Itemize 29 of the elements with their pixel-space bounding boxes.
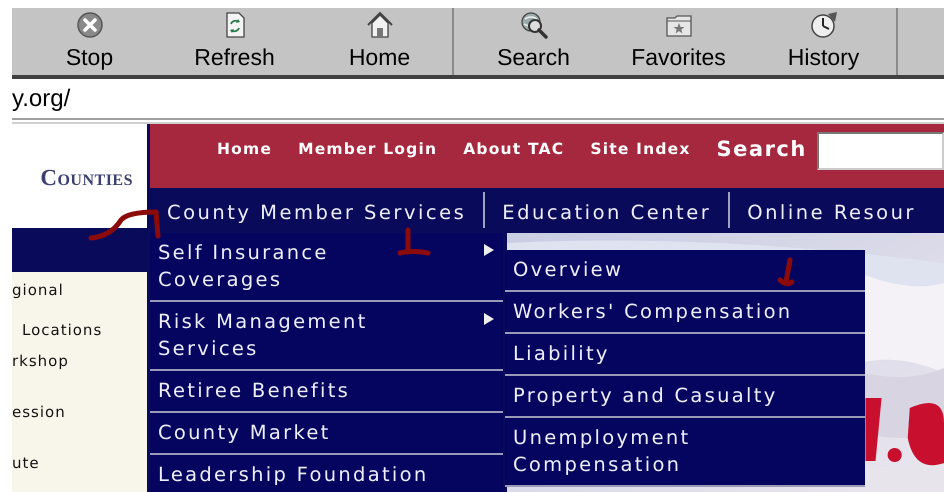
- toolbar-button[interactable]: Search: [461, 8, 606, 75]
- search-icon: [518, 10, 548, 40]
- sidebar-link[interactable]: ession: [12, 400, 147, 424]
- site-logo[interactable]: Counties: [40, 160, 133, 196]
- toolbar-button[interactable]: Home: [307, 8, 452, 75]
- hand-drawn-arrow: [396, 226, 432, 258]
- search-label: Search: [716, 136, 807, 163]
- sidebar-link[interactable]: gional: [12, 278, 147, 302]
- sidebar-link[interactable]: Locations: [12, 318, 147, 342]
- stop-icon: [74, 10, 104, 40]
- toolbar-button[interactable]: Favorites: [606, 8, 751, 75]
- toolbar-button[interactable]: Stop: [17, 8, 162, 75]
- sidebar-link[interactable]: ute: [12, 451, 147, 475]
- search-field[interactable]: [816, 132, 944, 170]
- submenu-arrow-icon: [483, 243, 495, 257]
- nav-menu-item[interactable]: County Member Services: [150, 192, 486, 228]
- header-link[interactable]: Home: [217, 138, 272, 188]
- sidebar-link[interactable]: rkshop: [12, 349, 147, 373]
- toolbar-button[interactable]: Refresh: [162, 8, 307, 75]
- address-field[interactable]: y.org/: [12, 80, 70, 116]
- submenu-arrow-icon: [483, 312, 495, 326]
- header-link[interactable]: Member Login: [298, 138, 438, 188]
- toolbar-button[interactable]: History: [751, 8, 896, 75]
- header-link[interactable]: Site Index: [590, 138, 691, 188]
- clock-icon: [808, 10, 838, 40]
- nav-menu-item[interactable]: Education Center: [485, 192, 730, 228]
- nav-menu-item[interactable]: Online Resour: [730, 192, 916, 228]
- home-icon: [364, 10, 394, 40]
- header-link[interactable]: About TAC: [463, 138, 564, 188]
